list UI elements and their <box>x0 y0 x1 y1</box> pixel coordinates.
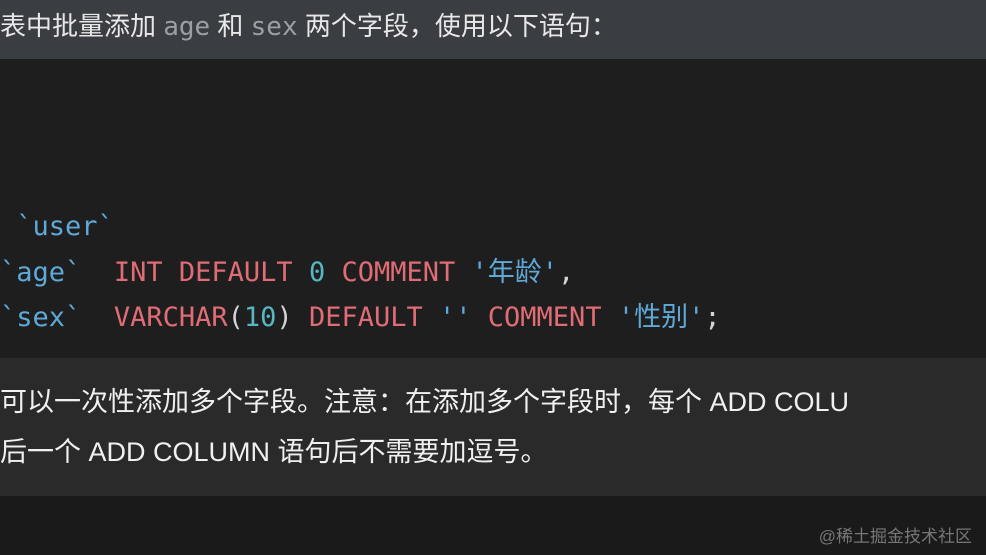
intro-text: 表中批量添加 age 和 sex 两个字段，使用以下语句： <box>0 0 986 59</box>
explain-line-2: 后一个 ADD COLUMN 语句后不需要加逗号。 <box>0 428 986 478</box>
code-block: `user` `age` INT DEFAULT 0 COMMENT '年龄',… <box>0 59 986 358</box>
inline-code-sex: sex <box>251 12 298 42</box>
inline-code-age: age <box>163 12 210 42</box>
intro-post: 两个字段，使用以下语句： <box>298 11 617 41</box>
code-line-3: `sex` VARCHAR(10) DEFAULT '' COMMENT '性别… <box>0 295 986 340</box>
intro-pre: 表中批量添加 <box>0 11 163 41</box>
intro-mid: 和 <box>210 11 250 41</box>
code-line-2: `age` INT DEFAULT 0 COMMENT '年龄', <box>0 250 986 295</box>
watermark: @稀土掘金技术社区 <box>819 522 972 547</box>
code-line-1: `user` <box>0 204 986 249</box>
explain-line-1: 可以一次性添加多个字段。注意：在添加多个字段时，每个 ADD COLU <box>0 378 986 428</box>
explanation-text: 可以一次性添加多个字段。注意：在添加多个字段时，每个 ADD COLU 后一个 … <box>0 358 986 496</box>
